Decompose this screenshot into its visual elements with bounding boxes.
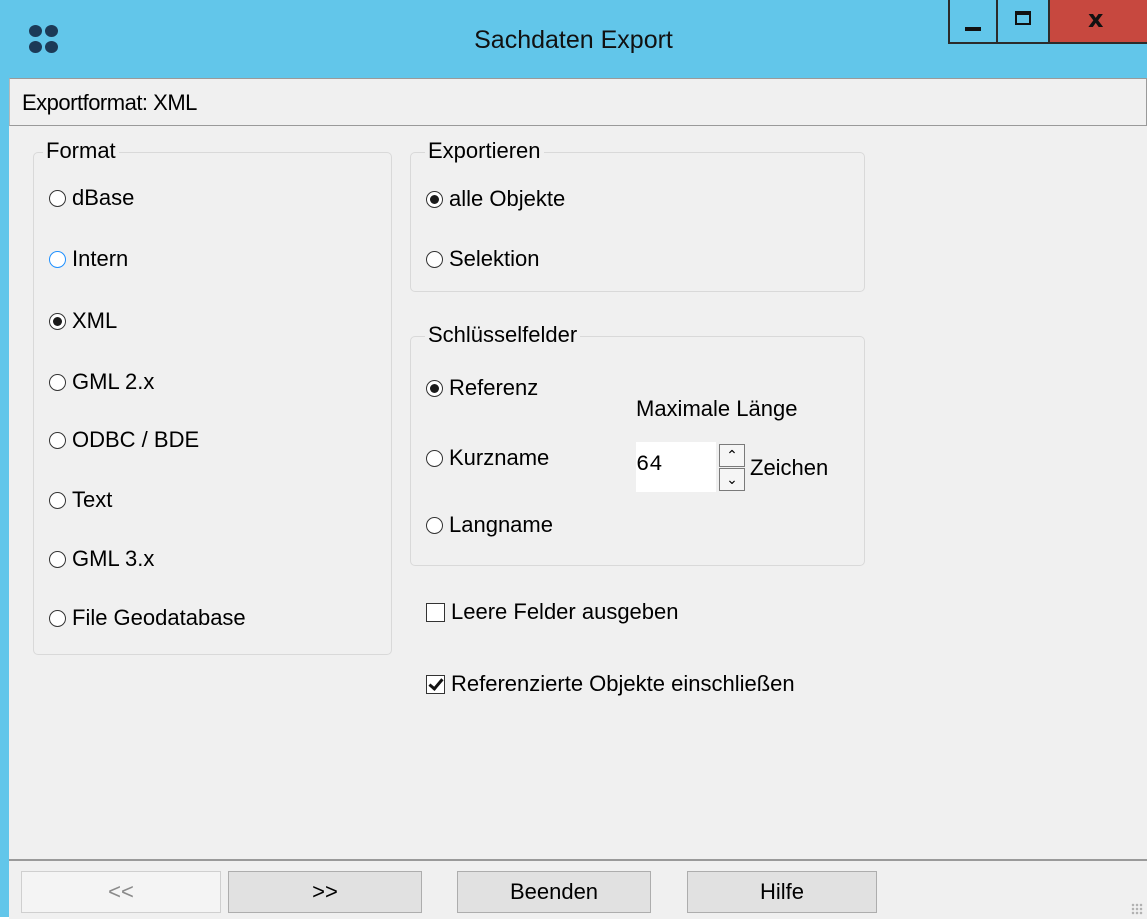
chevron-down-icon: ⌄: [726, 471, 738, 487]
close-icon: x: [1088, 5, 1104, 33]
radio-gml-3x[interactable]: GML 3.x: [49, 545, 154, 573]
key-fields-group-legend: Schlüsselfelder: [425, 322, 581, 348]
radio-xml[interactable]: XML: [49, 307, 117, 335]
max-length-label: Maximale Länge: [636, 396, 798, 421]
radio-indicator: [49, 491, 66, 509]
help-button[interactable]: Hilfe: [687, 871, 877, 913]
radio-all-objects[interactable]: alle Objekte: [426, 185, 565, 213]
radio-label: Langname: [449, 512, 553, 537]
resize-grip-icon[interactable]: [1131, 903, 1143, 915]
radio-label: File Geodatabase: [72, 605, 246, 630]
exit-button[interactable]: Beenden: [457, 871, 651, 913]
radio-indicator: [49, 189, 66, 207]
next-button[interactable]: >>: [228, 871, 422, 913]
max-length-decrement-button[interactable]: ⌄: [719, 468, 745, 491]
radio-label: XML: [72, 308, 118, 333]
radio-label: GML 2.x: [72, 369, 155, 394]
export-group-legend: Exportieren: [425, 138, 544, 164]
chevron-up-icon: ⌃: [726, 447, 738, 463]
status-text: Exportformat: XML: [22, 90, 197, 115]
radio-label: Selektion: [449, 246, 540, 271]
radio-indicator: [49, 609, 66, 627]
radio-label: GML 3.x: [72, 546, 155, 571]
checkbox-referenced-objects[interactable]: Referenzierte Objekte einschließen: [426, 670, 795, 698]
minimize-icon: [965, 27, 981, 31]
radio-indicator: [49, 431, 66, 449]
radio-label: alle Objekte: [449, 186, 566, 211]
title-bar[interactable]: Sachdaten Export x: [0, 0, 1147, 78]
radio-label: dBase: [72, 185, 135, 210]
radio-indicator: [426, 250, 443, 268]
radio-text[interactable]: Text: [49, 486, 112, 514]
radio-selection[interactable]: Selektion: [426, 245, 540, 273]
checkbox-indicator: [426, 602, 445, 622]
format-group: Format: [33, 138, 392, 655]
radio-indicator: [49, 373, 66, 391]
checkbox-indicator: [426, 674, 445, 694]
radio-indicator: [49, 250, 66, 268]
max-length-increment-button[interactable]: ⌃: [719, 444, 745, 467]
format-group-legend: Format: [43, 138, 119, 164]
radio-gml-2x[interactable]: GML 2.x: [49, 368, 154, 396]
export-format-status: Exportformat: XML: [9, 78, 1147, 126]
radio-indicator: [49, 312, 66, 330]
radio-label: ODBC / BDE: [72, 427, 200, 452]
radio-intern[interactable]: Intern: [49, 245, 128, 273]
max-length-input[interactable]: 64: [636, 442, 716, 492]
radio-label: Intern: [72, 246, 129, 271]
button-bar: << >> Beenden Hilfe: [9, 859, 1147, 919]
close-button[interactable]: x: [1050, 0, 1147, 44]
radio-reference[interactable]: Referenz: [426, 374, 538, 402]
radio-short-name[interactable]: Kurzname: [426, 444, 549, 472]
radio-label: Kurzname: [449, 445, 550, 470]
radio-indicator: [426, 449, 443, 467]
max-length-value: 64: [636, 452, 663, 477]
radio-odbc-bde[interactable]: ODBC / BDE: [49, 426, 199, 454]
radio-label: Text: [72, 487, 113, 512]
checkbox-empty-fields[interactable]: Leere Felder ausgeben: [426, 598, 679, 626]
dialog-client-area: Exportformat: XML Format dBase Intern XM…: [9, 78, 1147, 919]
radio-long-name[interactable]: Langname: [426, 511, 553, 539]
radio-file-geodatabase[interactable]: File Geodatabase: [49, 604, 246, 632]
radio-indicator: [426, 379, 443, 397]
radio-label: Referenz: [449, 375, 539, 400]
checkbox-label: Leere Felder ausgeben: [451, 599, 679, 624]
maximize-button[interactable]: [998, 0, 1050, 44]
radio-dbase[interactable]: dBase: [49, 184, 134, 212]
radio-indicator: [49, 550, 66, 568]
sachdaten-export-window: Sachdaten Export x Exportformat: XML For…: [0, 0, 1147, 919]
checkbox-label: Referenzierte Objekte einschließen: [451, 671, 795, 696]
back-button[interactable]: <<: [21, 871, 221, 913]
radio-indicator: [426, 516, 443, 534]
characters-unit-label: Zeichen: [750, 455, 829, 480]
maximize-icon: [1015, 11, 1031, 25]
minimize-button[interactable]: [948, 0, 998, 44]
radio-indicator: [426, 190, 443, 208]
